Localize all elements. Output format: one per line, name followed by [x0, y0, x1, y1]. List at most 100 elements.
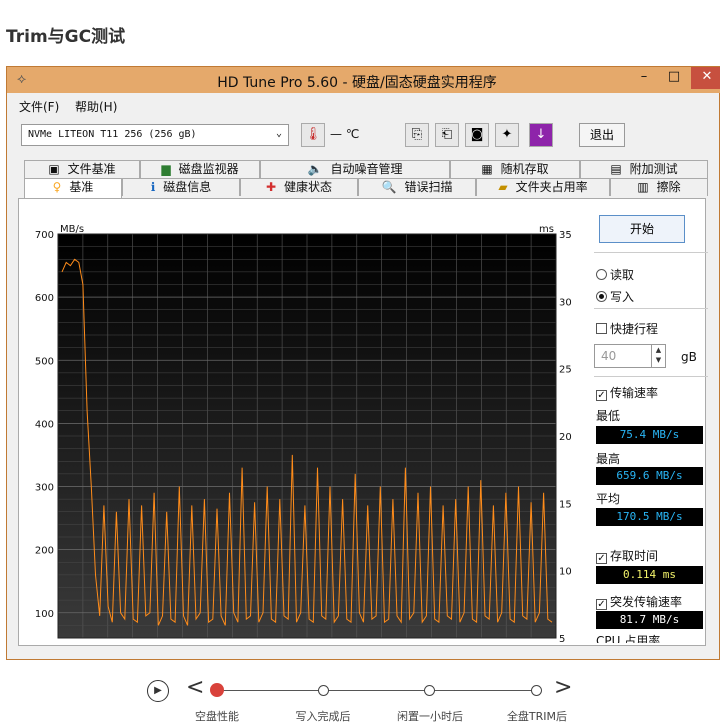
- tab-disk-info[interactable]: ℹ 磁盘信息: [122, 178, 240, 196]
- copy-info-icon[interactable]: ⎗: [435, 123, 459, 147]
- transfer-rate-checkbox[interactable]: ✓ 传输速率: [596, 384, 658, 401]
- separator: [594, 376, 708, 377]
- options-icon[interactable]: ✦: [495, 123, 519, 147]
- y-left-tick-label: 100: [35, 609, 54, 620]
- timeline: ▶ < > 空盘性能 写入完成后 闲置一小时后 全盘TRIM后: [0, 672, 720, 726]
- menu-file[interactable]: 文件(F): [19, 98, 59, 115]
- tab-health[interactable]: ✚ 健康状态: [240, 178, 358, 196]
- min-label: 最低: [596, 409, 621, 423]
- chart-svg: 100 200 300 400 500 600 700 5 10 15 20 25 30 35 MB/s ms: [35, 224, 572, 645]
- radio-circle-selected: [596, 291, 607, 302]
- spinner-value: 40: [601, 349, 617, 363]
- menu-bar: 文件(F) 帮助(H): [7, 95, 720, 115]
- maximize-button[interactable]: □: [659, 67, 689, 89]
- y-left-unit-label: MB/s: [60, 224, 84, 235]
- y-right-tick-label: 35: [559, 230, 572, 241]
- timeline-label-idle: 闲置一小时后: [397, 710, 463, 723]
- timeline-dot-active[interactable]: [210, 683, 224, 697]
- close-button[interactable]: ✕: [691, 67, 720, 89]
- y-right-tick-label: 25: [559, 365, 572, 376]
- separator: [594, 308, 708, 309]
- timeline-label-trim: 全盘TRIM后: [506, 710, 568, 723]
- page-heading: Trim与GC测试: [6, 27, 126, 47]
- tab-erase[interactable]: ▥ 擦除: [610, 178, 708, 196]
- y-left-tick-label: 400: [35, 419, 54, 430]
- benchmark-icon: ♀: [52, 180, 62, 194]
- checkmark-icon: ✓: [596, 553, 607, 564]
- copy-text-icon[interactable]: ⎘: [405, 123, 429, 147]
- tab-extra-tests[interactable]: ▤ 附加测试: [580, 160, 708, 178]
- y-right-unit-label: ms: [539, 224, 554, 235]
- play-icon[interactable]: ▶: [147, 680, 169, 702]
- menu-help[interactable]: 帮助(H): [75, 98, 117, 115]
- minimize-button[interactable]: –: [629, 67, 659, 89]
- read-radio[interactable]: 读取: [596, 266, 634, 283]
- separator: [594, 252, 708, 253]
- burst-rate-value: 81.7 MB/s: [596, 611, 703, 629]
- tab-random-access[interactable]: ▦ 随机存取: [450, 160, 580, 178]
- y-right-tick-label: 5: [559, 634, 565, 642]
- checkmark-icon: ✓: [596, 599, 607, 610]
- info-icon: ℹ: [150, 180, 156, 194]
- y-right-tick-label: 30: [559, 297, 572, 308]
- toolbar: NVMe LITEON T11 256 (256 gB) ⌄ 🌡 — ℃ ⎘ ⎗…: [7, 117, 720, 151]
- short-stroke-checkbox[interactable]: 快捷行程: [596, 320, 658, 337]
- speaker-icon: 🔈: [307, 162, 323, 176]
- y-left-tick-label: 700: [35, 230, 54, 241]
- y-left-tick-label: 500: [35, 356, 54, 367]
- avg-value: 170.5 MB/s: [596, 508, 703, 526]
- chevron-right-icon[interactable]: >: [554, 676, 572, 700]
- monitor-icon: ▆: [161, 162, 171, 176]
- y-left-tick-label: 600: [35, 293, 54, 304]
- random-icon: ▦: [481, 162, 493, 176]
- chevron-left-icon[interactable]: <: [186, 676, 204, 700]
- tab-folder-usage[interactable]: ▰ 文件夹占用率: [476, 178, 610, 196]
- drive-select-value: NVMe LITEON T11 256 (256 gB): [28, 129, 197, 140]
- timeline-dot[interactable]: [318, 685, 329, 696]
- access-time-checkbox[interactable]: ✓ 存取时间: [596, 547, 658, 564]
- magnifier-icon: 🔍: [381, 180, 397, 194]
- benchmark-chart: 100 200 300 400 500 600 700 5 10 15 20 25 30 35 MB/s ms: [20, 222, 580, 645]
- save-icon[interactable]: ↓: [529, 123, 553, 147]
- tab-file-benchmark[interactable]: ▣ 文件基准: [24, 160, 140, 178]
- timeline-label-after-write: 写入完成后: [295, 710, 351, 723]
- timeline-track: [217, 690, 537, 691]
- timeline-dot[interactable]: [424, 685, 435, 696]
- temperature-readout: — ℃: [330, 127, 360, 141]
- spinner-arrows-icon[interactable]: ▲ ▼: [651, 345, 665, 367]
- trash-icon: ▥: [637, 180, 649, 194]
- min-value: 75.4 MB/s: [596, 426, 703, 444]
- cpu-usage-label: CPU 占用率: [596, 634, 661, 643]
- thermometer-icon: 🌡: [301, 123, 325, 147]
- tab-benchmark[interactable]: ♀ 基准: [24, 178, 122, 198]
- y-right-tick-label: 15: [559, 499, 572, 510]
- folder-icon: ▰: [498, 180, 508, 194]
- checkbox-box: [596, 323, 607, 334]
- window-title: HD Tune Pro 5.60 - 硬盘/固态硬盘实用程序: [217, 75, 497, 91]
- access-time-value: 0.114 ms: [596, 566, 703, 584]
- avg-label: 平均: [596, 492, 621, 506]
- title-bar[interactable]: ⟡ HD Tune Pro 5.60 - 硬盘/固态硬盘实用程序 – □ ✕: [7, 67, 720, 93]
- timeline-dot[interactable]: [531, 685, 542, 696]
- tab-error-scan[interactable]: 🔍 错误扫描: [358, 178, 476, 196]
- exit-button[interactable]: 退出: [579, 123, 625, 147]
- tab-disk-monitor[interactable]: ▆ 磁盘监视器: [140, 160, 260, 178]
- start-button[interactable]: 开始: [599, 215, 685, 243]
- write-radio[interactable]: 写入: [596, 288, 634, 305]
- checkmark-icon: ✓: [596, 390, 607, 401]
- y-right-tick-label: 20: [559, 432, 572, 443]
- screenshot-icon[interactable]: ◙: [465, 123, 489, 147]
- file-icon: ▣: [48, 162, 60, 176]
- short-stroke-unit: gB: [681, 350, 697, 364]
- radio-circle: [596, 269, 607, 280]
- extra-test-icon: ▤: [610, 162, 622, 176]
- max-label: 最高: [596, 452, 621, 466]
- y-left-tick-label: 200: [35, 546, 54, 557]
- burst-rate-checkbox[interactable]: ✓ 突发传输速率: [596, 593, 682, 610]
- timeline-label-empty: 空盘性能: [195, 710, 239, 723]
- short-stroke-spinner[interactable]: 40 ▲ ▼: [594, 344, 666, 368]
- y-left-tick-label: 300: [35, 483, 54, 494]
- tab-noise-management[interactable]: 🔈 自动噪音管理: [260, 160, 450, 178]
- drive-select[interactable]: NVMe LITEON T11 256 (256 gB) ⌄: [21, 124, 289, 146]
- max-value: 659.6 MB/s: [596, 467, 703, 485]
